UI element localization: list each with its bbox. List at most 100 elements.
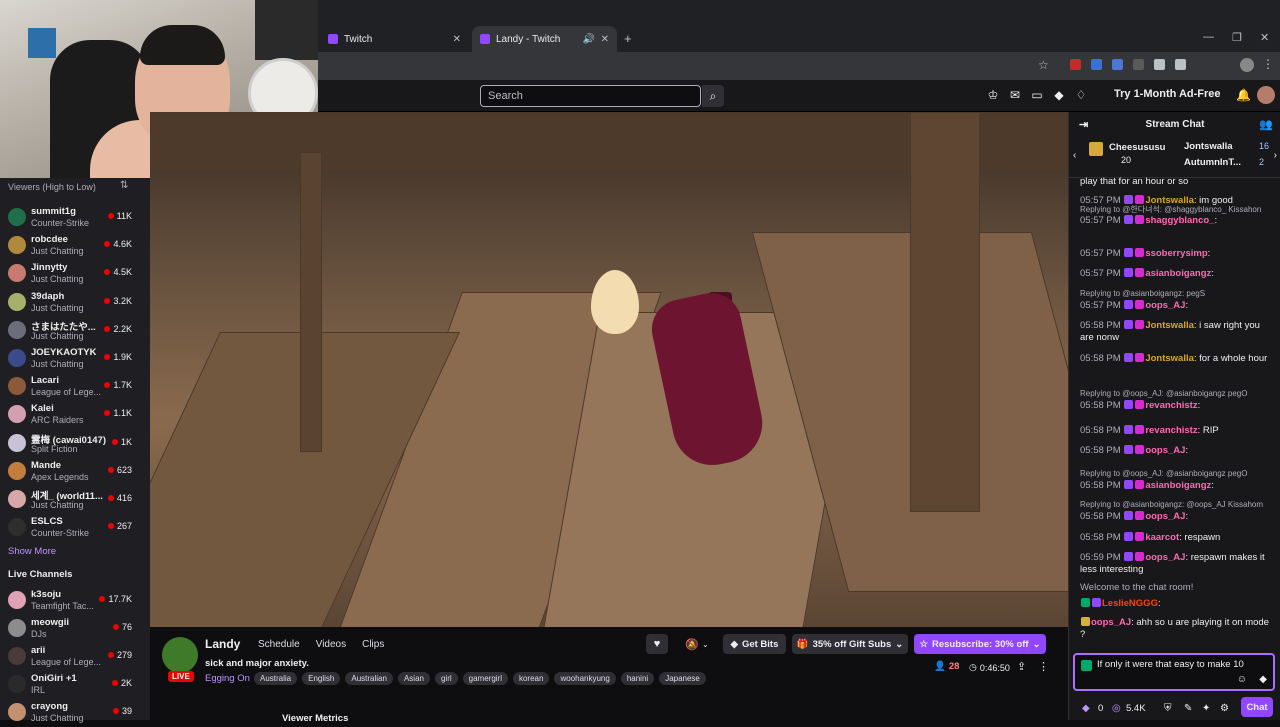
chat-username[interactable]: ssoberrysimp	[1145, 248, 1207, 259]
bits-icon[interactable]: ◆	[1082, 703, 1090, 714]
resubscribe-button[interactable]: ☆ Resubscribe: 30% off ⌄	[914, 634, 1046, 654]
leaderboard-name[interactable]: AutumnInT...	[1184, 157, 1241, 168]
chat-username[interactable]: oops_AJ	[1091, 617, 1131, 628]
more-options-icon[interactable]: ⋮	[1038, 660, 1049, 673]
sidebar-channel[interactable]: OniGiri +1 IRL 2K	[0, 671, 150, 699]
minimize-icon[interactable]: —	[1203, 31, 1214, 43]
community-icon[interactable]: 👥	[1259, 118, 1273, 131]
emote-picker-icon[interactable]: ☺	[1237, 674, 1247, 686]
chat-username[interactable]: revanchistz	[1145, 425, 1197, 436]
chat-username[interactable]: shaggyblanco_	[1145, 215, 1214, 226]
sidebar-channel[interactable]: Kalei ARC Raiders 1.1K	[0, 401, 150, 429]
stream-tag[interactable]: Japanese	[659, 672, 706, 685]
sidebar-channel[interactable]: さまはたたや... Just Chatting 2.2K	[0, 317, 150, 345]
notifications-icon[interactable]: 🔔	[1236, 88, 1251, 102]
search-button[interactable]: ⌕	[702, 85, 724, 107]
notifications-toggle[interactable]: 🔕 ⌄	[679, 634, 715, 654]
follow-button[interactable]: ♥	[646, 634, 668, 654]
sidebar-channel[interactable]: Mande Apex Legends 623	[0, 458, 150, 486]
sidebar-channel[interactable]: JOEYKAOTYK Just Chatting 1.9K	[0, 345, 150, 373]
kebab-menu-icon[interactable]: ⋮	[1262, 57, 1274, 71]
sidebar-channel[interactable]: meowgii DJs 76	[0, 615, 150, 643]
stream-tag[interactable]: girl	[434, 672, 458, 685]
get-bits-button[interactable]: ◆ Get Bits	[723, 634, 786, 654]
sidebar-channel[interactable]: Jinnytty Just Chatting 4.5K	[0, 260, 150, 288]
stream-tag[interactable]: hanini	[620, 672, 655, 685]
chevron-left-icon[interactable]: ‹	[1073, 150, 1076, 161]
collapse-chat-icon[interactable]: ⇥	[1079, 118, 1088, 131]
settings-gear-icon[interactable]: ⚙	[1220, 703, 1229, 714]
stream-tag[interactable]: woohankyung	[554, 672, 616, 685]
close-tab-icon[interactable]: ✕	[601, 34, 609, 45]
tab-twitch[interactable]: Twitch ✕	[328, 29, 463, 49]
stream-tag[interactable]: Australian	[345, 672, 393, 685]
sidebar-channel[interactable]: 세계_ (world11... Just Chatting 416	[0, 486, 150, 514]
user-avatar[interactable]	[1257, 86, 1275, 104]
stream-tag[interactable]: korean	[512, 672, 550, 685]
pencil-icon[interactable]: ✎	[1184, 703, 1192, 714]
chat-username[interactable]: Jontswalla	[1145, 320, 1194, 331]
shield-icon[interactable]: ⛨	[1164, 703, 1172, 714]
close-window-icon[interactable]: ✕	[1260, 31, 1269, 44]
bookmark-star-icon[interactable]: ☆	[1038, 58, 1049, 72]
new-tab-icon[interactable]: +	[624, 31, 632, 46]
tab-landy[interactable]: Landy - Twitch 🔊 ✕	[472, 26, 617, 52]
sidebar-channel[interactable]: ESLCS Counter-Strike 267	[0, 514, 150, 542]
clips-link[interactable]: Clips	[362, 639, 384, 650]
bits-cheer-icon[interactable]: ◆	[1259, 674, 1267, 686]
reply-context[interactable]: Replying to @한다녀석: @shaggyblanco_ Kissah…	[1080, 204, 1270, 215]
restore-icon[interactable]: ❐	[1232, 31, 1242, 44]
channel-name[interactable]: Landy	[205, 637, 240, 651]
show-more-link[interactable]: Show More	[8, 546, 56, 557]
sidebar-channel[interactable]: arii League of Lege... 279	[0, 643, 150, 671]
stream-tag[interactable]: gamergirl	[462, 672, 508, 685]
stream-tag[interactable]: Asian	[397, 672, 430, 685]
game-link[interactable]: Egging On	[205, 673, 250, 684]
chat-username[interactable]: kaarcot	[1145, 532, 1179, 543]
leaderboard-name[interactable]: Jontswalla	[1184, 141, 1233, 152]
leaderboard-name[interactable]: Cheesususu	[1109, 142, 1166, 153]
sidebar-channel[interactable]: 39daph Just Chatting 3.2K	[0, 289, 150, 317]
ad-free-button[interactable]: Try 1-Month Ad-Free	[1114, 88, 1221, 100]
channel-avatar[interactable]	[162, 637, 198, 673]
stream-tag[interactable]: Australia	[254, 672, 298, 685]
chat-input[interactable]: If only it were that easy to make 10 ☺ ◆	[1073, 653, 1275, 691]
reply-context[interactable]: Replying to @oops_AJ: @asianboigangz peg…	[1080, 469, 1270, 478]
sidebar-channel[interactable]: k3soju Teamfight Tac... 17.7K	[0, 587, 150, 615]
chat-username[interactable]: LeslieNGGG	[1102, 598, 1158, 609]
chat-username[interactable]: asianboigangz	[1145, 480, 1211, 491]
sidebar-channel[interactable]: 霊梅 (cawai0147) Split Fiction 1K	[0, 430, 150, 458]
chat-username[interactable]: Jontswalla	[1145, 353, 1194, 364]
chat-username[interactable]: oops_AJ	[1145, 445, 1185, 456]
extension-icon[interactable]	[1112, 59, 1123, 70]
extension-icon[interactable]	[1091, 59, 1102, 70]
chat-username[interactable]: revanchistz	[1145, 400, 1197, 411]
inbox-icon[interactable]: ✉	[1008, 88, 1022, 102]
sidebar-channel[interactable]: robcdee Just Chatting 4.6K	[0, 232, 150, 260]
whispers-icon[interactable]: ▭	[1030, 88, 1044, 102]
extension-icon[interactable]	[1070, 59, 1081, 70]
crown-icon[interactable]: ♔	[986, 88, 1000, 102]
extension-icon[interactable]	[1154, 59, 1165, 70]
audio-icon[interactable]: 🔊	[583, 34, 595, 45]
reply-context[interactable]: Replying to @asianboigangz: @oops_AJ Kis…	[1080, 500, 1270, 509]
chat-send-button[interactable]: Chat	[1241, 697, 1273, 717]
reply-context[interactable]: Replying to @oops_AJ: @asianboigangz peg…	[1080, 389, 1270, 398]
bits-icon[interactable]: ◆	[1052, 88, 1066, 102]
close-tab-icon[interactable]: ✕	[453, 34, 461, 45]
sidebar-channel[interactable]: summit1g Counter-Strike 11K	[0, 204, 150, 232]
sort-icon[interactable]: ⇅	[120, 180, 128, 191]
stream-tag[interactable]: English	[302, 672, 341, 685]
videos-link[interactable]: Videos	[316, 639, 346, 650]
channel-points-icon[interactable]: ◎	[1112, 703, 1121, 714]
puzzle-icon[interactable]	[1175, 59, 1186, 70]
extension-icon[interactable]	[1133, 59, 1144, 70]
sidebar-channel[interactable]: Lacari League of Lege... 1.7K	[0, 373, 150, 401]
share-icon[interactable]: ⇪	[1017, 660, 1026, 673]
chat-username[interactable]: oops_AJ	[1145, 511, 1185, 522]
chat-username[interactable]: oops_AJ	[1145, 300, 1185, 311]
mod-tools-icon[interactable]: ✦	[1202, 703, 1210, 714]
gift-subs-button[interactable]: 🎁 35% off Gift Subs ⌄	[792, 634, 908, 654]
schedule-link[interactable]: Schedule	[258, 639, 300, 650]
profile-avatar[interactable]	[1240, 58, 1254, 72]
